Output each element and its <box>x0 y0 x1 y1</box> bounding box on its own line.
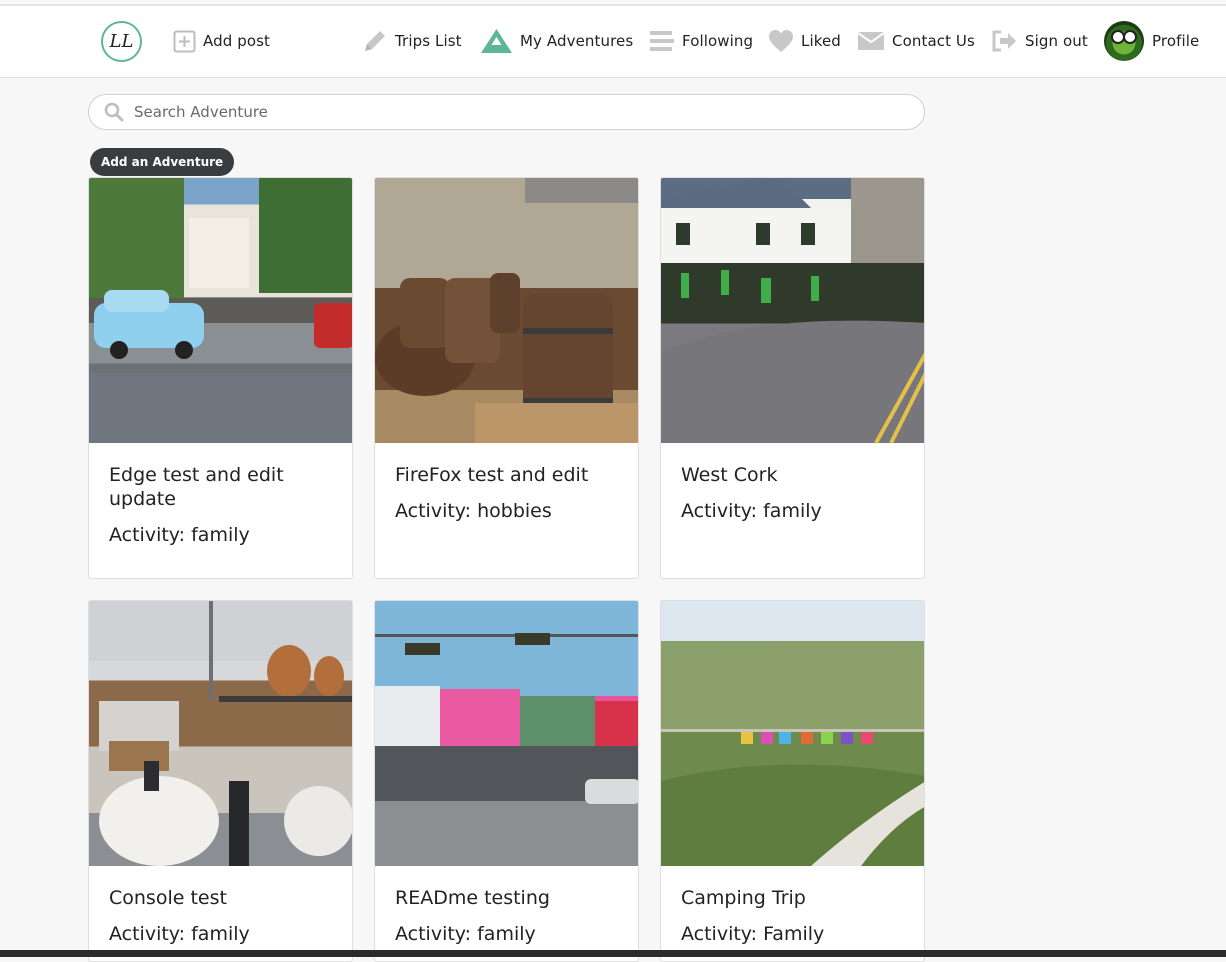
nav-profile[interactable]: Profile <box>1104 21 1199 61</box>
nav-contact-us[interactable]: Contact Us <box>857 26 975 56</box>
avatar <box>1104 21 1144 61</box>
card-image-whiskey-barrels[interactable] <box>375 178 638 443</box>
nav-liked[interactable]: Liked <box>768 26 841 56</box>
taskbar-edge <box>0 950 1226 957</box>
search-input[interactable] <box>132 102 896 122</box>
adventure-card[interactable]: Camping Trip Activity: Family <box>660 600 925 962</box>
card-image-storefront-street[interactable] <box>375 601 638 866</box>
adventure-card[interactable]: West Cork Activity: family <box>660 177 925 579</box>
card-title: Camping Trip <box>681 887 806 909</box>
card-activity: Activity: hobbies <box>395 500 552 522</box>
card-image-art <box>89 178 352 443</box>
nav-my-adventures[interactable]: My Adventures <box>480 26 633 56</box>
card-title: READme testing <box>395 887 550 909</box>
nav-liked-label: Liked <box>801 32 841 50</box>
card-title: Edge test and edit update <box>109 464 284 510</box>
heart-icon <box>769 30 793 52</box>
nav-sign-out-label: Sign out <box>1025 32 1088 50</box>
navbar: LL Add post Trips List My Adventures Fol… <box>0 6 1226 78</box>
nav-following[interactable]: Following <box>649 26 753 56</box>
card-activity: Activity: Family <box>681 923 825 945</box>
card-image-art <box>661 178 924 443</box>
nav-sign-out[interactable]: Sign out <box>991 26 1088 56</box>
nav-add-post[interactable]: Add post <box>173 26 270 56</box>
card-activity: Activity: family <box>109 923 250 945</box>
nav-my-adventures-label: My Adventures <box>520 32 634 50</box>
plus-square-icon <box>173 30 196 52</box>
card-activity: Activity: family <box>681 500 822 522</box>
card-image-art <box>375 178 638 443</box>
card-activity: Activity: family <box>395 923 536 945</box>
card-title: West Cork <box>681 464 778 486</box>
card-activity: Activity: family <box>109 524 250 546</box>
nav-add-post-label: Add post <box>203 32 271 50</box>
card-image-art <box>661 601 924 866</box>
adventure-card[interactable]: Console test Activity: family <box>88 600 353 962</box>
card-image-art <box>89 601 352 866</box>
adventure-card[interactable]: FireFox test and edit Activity: hobbies <box>374 177 639 579</box>
nav-following-label: Following <box>682 32 754 50</box>
card-title: FireFox test and edit <box>395 464 589 486</box>
card-image-art <box>375 601 638 866</box>
search-icon <box>104 102 124 122</box>
card-image-distillery-interior[interactable] <box>89 601 352 866</box>
adventure-card[interactable]: Edge test and edit update Activity: fami… <box>88 177 353 579</box>
envelope-icon <box>857 32 885 50</box>
nav-contact-us-label: Contact Us <box>892 32 975 50</box>
logo[interactable]: LL <box>101 21 142 62</box>
nav-trips-list[interactable]: Trips List <box>362 26 462 56</box>
mountain-icon <box>481 29 512 53</box>
list-lines-icon <box>650 31 674 51</box>
nav-profile-label: Profile <box>1152 32 1200 50</box>
card-title: Console test <box>109 887 227 909</box>
nav-trips-list-label: Trips List <box>395 32 462 50</box>
pencil-icon <box>365 31 385 51</box>
sign-out-icon <box>992 30 1016 52</box>
add-adventure-button[interactable]: Add an Adventure <box>90 148 235 176</box>
card-image-street-with-vintage-cars[interactable] <box>89 178 352 443</box>
card-image-grassy-dunes-camping[interactable] <box>661 601 924 866</box>
card-image-parade-crowd-village[interactable] <box>661 178 924 443</box>
adventure-card[interactable]: READme testing Activity: family <box>374 600 639 962</box>
search-bar <box>88 94 925 130</box>
